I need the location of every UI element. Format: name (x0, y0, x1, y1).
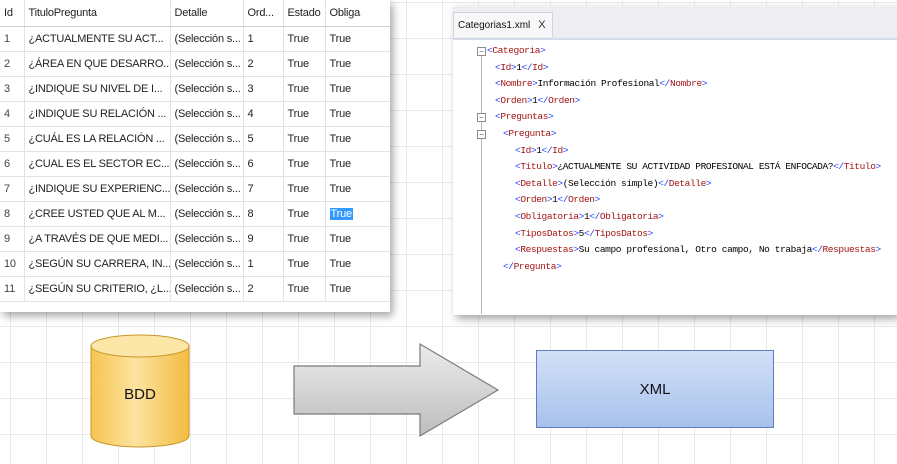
right-arrow-icon (293, 342, 500, 438)
bdd-label: BDD (124, 386, 156, 403)
xml-label: XML (639, 380, 671, 398)
xml-output-box: XML (536, 350, 774, 428)
